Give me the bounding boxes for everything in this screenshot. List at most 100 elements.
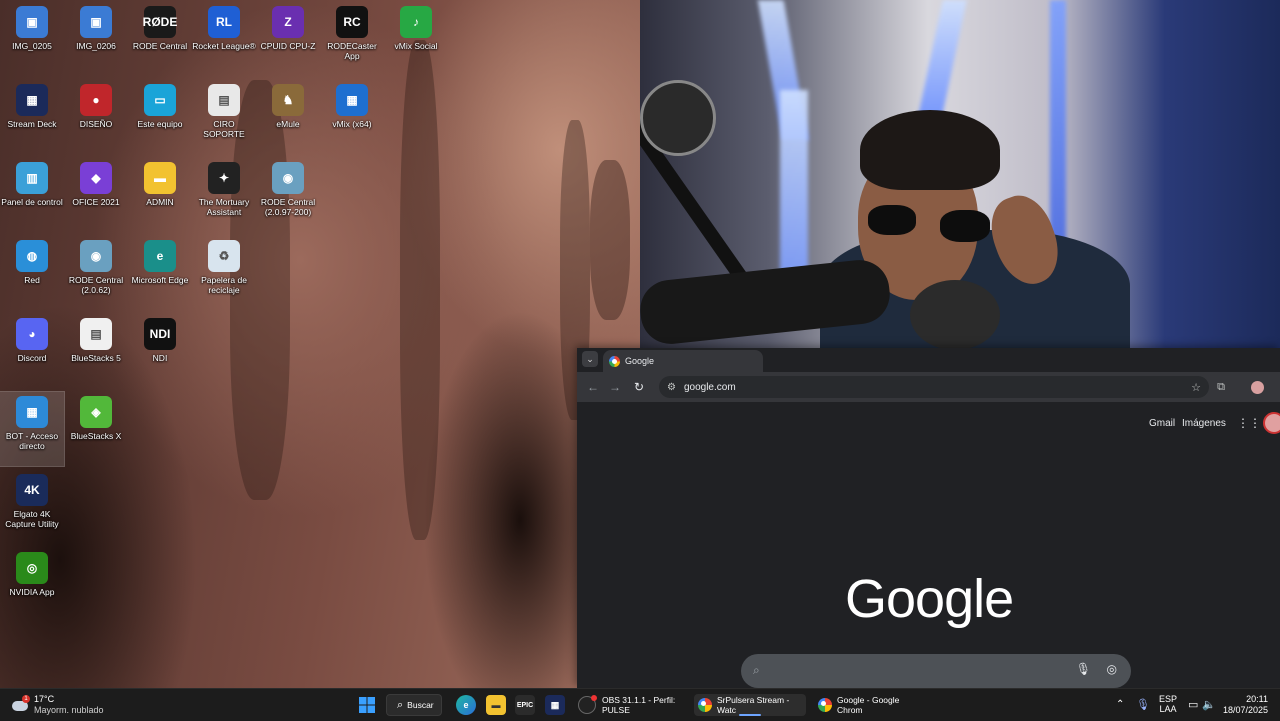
- desktop-icon-label: NDI: [152, 353, 168, 363]
- stream-deck-icon[interactable]: ▦: [545, 695, 565, 715]
- desktop-app-icon: ●: [80, 84, 112, 116]
- profile-avatar-icon[interactable]: [1249, 379, 1265, 395]
- file-explorer-icon[interactable]: ▬: [486, 695, 506, 715]
- reload-icon[interactable]: ↻: [631, 379, 647, 395]
- start-windows-icon[interactable]: [357, 695, 377, 715]
- search-icon: ⌕: [753, 663, 760, 677]
- desktop-app-icon: ◍: [16, 240, 48, 272]
- desktop-app-icon: ◆: [80, 162, 112, 194]
- desktop-app-icon: ▦: [16, 396, 48, 428]
- edge-icon[interactable]: e: [456, 695, 476, 715]
- desktop-icon[interactable]: ▦ vMix (x64): [320, 80, 384, 154]
- tab-search-chevron-icon[interactable]: ⌄: [582, 351, 598, 367]
- desktop-icon[interactable]: ◈ BlueStacks X: [64, 392, 128, 466]
- tab-title: Google: [625, 356, 655, 366]
- google-search-box[interactable]: ⌕ 🎙 ◎: [741, 654, 1131, 688]
- desktop-icon[interactable]: ▥ Panel de control: [0, 158, 64, 232]
- desktop-icon[interactable]: RC RODECaster App: [320, 2, 384, 76]
- lens-camera-icon[interactable]: ◎: [1107, 662, 1117, 676]
- weather-widget[interactable]: 1 17°C Mayorm. nublado: [10, 689, 104, 721]
- desktop-app-icon: ▥: [16, 162, 48, 194]
- desktop-icon-label: vMix Social: [394, 41, 438, 51]
- clock-time: 20:11: [1246, 694, 1268, 704]
- desktop-app-icon: RL: [208, 6, 240, 38]
- desktop-icon[interactable]: ▦ Stream Deck: [0, 80, 64, 154]
- desktop-icon[interactable]: ▤ BlueStacks 5: [64, 314, 128, 388]
- desktop-icon[interactable]: 4K Elgato 4K Capture Utility: [0, 470, 64, 544]
- monitor-icon[interactable]: ▭: [1188, 698, 1198, 711]
- desktop-icon[interactable]: RØDE RODE Central: [128, 2, 192, 76]
- desktop-app-icon: ◉: [80, 240, 112, 272]
- images-link[interactable]: Imágenes: [1182, 418, 1226, 429]
- google-window-title: Google - Google Chrom: [837, 695, 900, 715]
- chrome-window[interactable]: ⌄ Google ← → ↻ ⚙ google.com ☆ ⧉ Gmail Im…: [577, 348, 1280, 688]
- desktop-app-icon: ◈: [80, 396, 112, 428]
- desktop-icon[interactable]: ◍ Red: [0, 236, 64, 310]
- apps-grid-icon[interactable]: ⋮⋮: [1237, 416, 1261, 430]
- desktop-app-icon: ♪: [400, 6, 432, 38]
- desktop-icon[interactable]: RL Rocket League®: [192, 2, 256, 76]
- chrome-tab-google[interactable]: Google: [603, 350, 763, 372]
- volume-icon[interactable]: 🔈: [1202, 698, 1216, 711]
- taskbar-chrome-stream-window[interactable]: SrPulsera Stream - Watc: [694, 694, 806, 716]
- bookmark-star-icon[interactable]: ☆: [1191, 381, 1201, 394]
- desktop-icon-label: Stream Deck: [7, 119, 57, 129]
- desktop-app-icon: ◎: [16, 552, 48, 584]
- desktop-icon-label: Panel de control: [1, 197, 63, 207]
- desktop-icon[interactable]: ● DISEÑO: [64, 80, 128, 154]
- show-hidden-icons-chevron-icon[interactable]: ⌃: [1116, 699, 1124, 710]
- desktop-icon-label: RODE Central (2.0.62): [68, 275, 124, 295]
- desktop-icon[interactable]: Z CPUID CPU-Z: [256, 2, 320, 76]
- desktop-icon-label: Rocket League®: [192, 41, 256, 51]
- forward-arrow-icon[interactable]: →: [607, 379, 623, 395]
- desktop-icon[interactable]: e Microsoft Edge: [128, 236, 192, 310]
- microphone-icon[interactable]: 🎙: [1136, 698, 1150, 711]
- chrome-icon: [818, 698, 832, 712]
- account-avatar[interactable]: [1263, 412, 1280, 434]
- desktop-icon[interactable]: ▤ CIRO SOPORTE: [192, 80, 256, 154]
- back-arrow-icon[interactable]: ←: [585, 379, 601, 395]
- desktop-icon[interactable]: ▦ BOT - Acceso directo: [0, 391, 65, 467]
- extensions-icon[interactable]: ⧉: [1213, 379, 1229, 395]
- address-bar[interactable]: ⚙ google.com ☆: [659, 376, 1209, 398]
- clock[interactable]: 20:11 18/07/2025: [1222, 694, 1268, 716]
- desktop-icon-label: RODE Central: [132, 41, 188, 51]
- desktop-icon-label: BlueStacks X: [70, 431, 122, 441]
- desktop-icon[interactable]: ♻ Papelera de reciclaje: [192, 236, 256, 310]
- desktop-icon-label: OFICE 2021: [72, 197, 120, 207]
- desktop-icon[interactable]: ✦ The Mortuary Assistant: [192, 158, 256, 232]
- taskbar-obs-window[interactable]: OBS 31.1.1 - Perfil: PULSE: [574, 694, 686, 716]
- desktop-app-icon: ✦: [208, 162, 240, 194]
- desktop-app-icon: RØDE: [143, 6, 177, 38]
- desktop-icon[interactable]: ▣ IMG_0205: [0, 2, 64, 76]
- desktop-icon-label: CPUID CPU-Z: [260, 41, 316, 51]
- desktop-icon-label: Discord: [17, 353, 47, 363]
- clock-date: 18/07/2025: [1222, 705, 1268, 715]
- desktop-icon[interactable]: ◉ RODE Central (2.0.97-200): [256, 158, 320, 232]
- taskbar-search-label: Buscar: [407, 700, 434, 710]
- desktop-icon-label: BOT - Acceso directo: [5, 431, 59, 451]
- desktop-icon[interactable]: ♞ eMule: [256, 80, 320, 154]
- desktop-icon-label: IMG_0205: [12, 41, 52, 51]
- language-indicator[interactable]: ESP LAA: [1158, 694, 1178, 714]
- desktop-icon[interactable]: ▭ Este equipo: [128, 80, 192, 154]
- desktop-icon-label: IMG_0206: [76, 41, 116, 51]
- desktop-icon[interactable]: ◉ RODE Central (2.0.62): [64, 236, 128, 310]
- obs-window-title: OBS 31.1.1 - Perfil: PULSE: [602, 695, 676, 715]
- desktop-app-icon: ▦: [16, 84, 48, 116]
- desktop-icon[interactable]: ◆ OFICE 2021: [64, 158, 128, 232]
- gmail-link[interactable]: Gmail: [1149, 418, 1175, 429]
- taskbar-search-button[interactable]: ⌕ Buscar: [386, 694, 442, 716]
- epic-games-icon[interactable]: EPIC: [515, 695, 535, 715]
- voice-search-mic-icon[interactable]: 🎙: [1076, 662, 1091, 676]
- desktop-icon[interactable]: ◕ Discord: [0, 314, 64, 388]
- desktop-icon[interactable]: ▬ ADMIN: [128, 158, 192, 232]
- desktop-icon[interactable]: ▣ IMG_0206: [64, 2, 128, 76]
- desktop-icon[interactable]: ♪ vMix Social: [384, 2, 448, 76]
- desktop-app-icon: RC: [336, 6, 368, 38]
- desktop-icon[interactable]: ◎ NVIDIA App: [0, 548, 64, 622]
- desktop-app-icon: ▦: [336, 84, 368, 116]
- site-info-icon[interactable]: ⚙: [667, 382, 676, 393]
- taskbar-chrome-google-window[interactable]: Google - Google Chrom: [814, 694, 926, 716]
- desktop-icon[interactable]: NDI NDI: [128, 314, 192, 388]
